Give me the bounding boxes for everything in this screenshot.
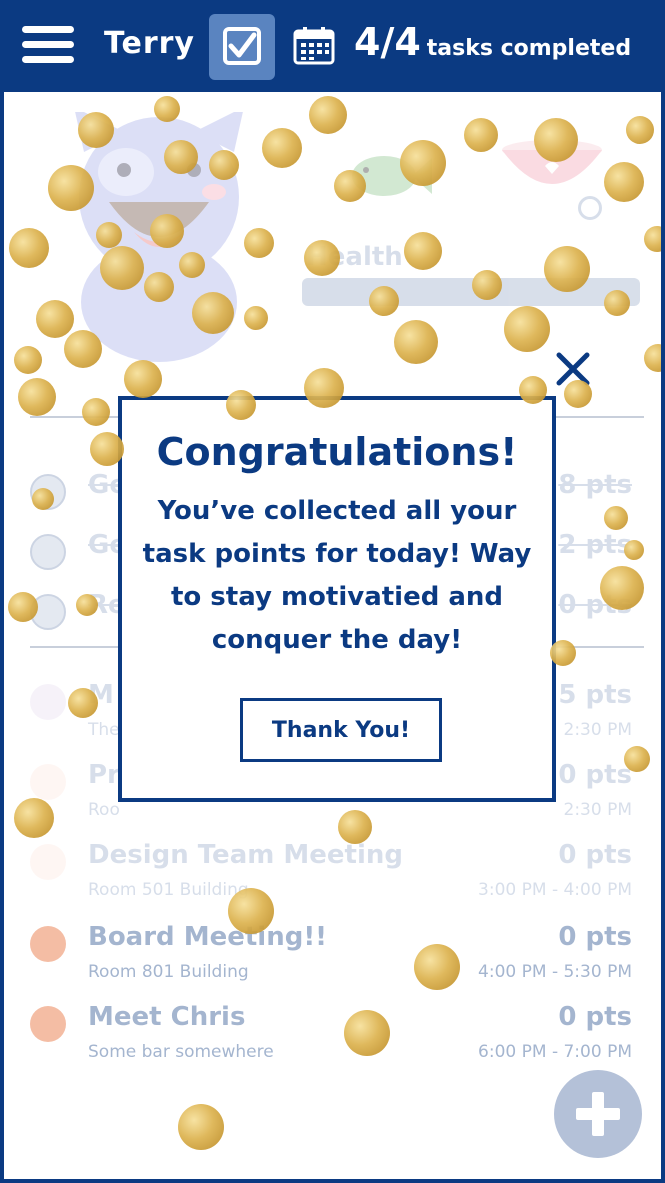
task-points: 0 pts: [558, 590, 632, 620]
task-title: M: [88, 680, 114, 710]
task-title: Design Team Meeting: [88, 840, 403, 870]
task-points: 5 pts: [558, 680, 632, 710]
dialog-message: You’ve collected all your task points fo…: [142, 496, 532, 655]
task-time: 2:30 PM: [563, 720, 633, 740]
app-screen: Terry 4/4 tasks completed Health Ge 8 pt…: [0, 0, 665, 1183]
health-bar: [302, 278, 640, 306]
task-location: Room 801 Building: [88, 962, 249, 982]
task-count-label: tasks completed: [426, 36, 632, 61]
task-row[interactable]: Board Meeting!! Room 801 Building 0 pts …: [30, 918, 632, 988]
task-location: Room 501 Building: [88, 880, 249, 900]
task-points: 2 pts: [558, 530, 632, 560]
task-points: 8 pts: [558, 470, 632, 500]
task-location: Roo: [88, 800, 120, 820]
checkbox-icon: [223, 27, 261, 65]
task-points: 0 pts: [558, 840, 632, 870]
task-checkbox[interactable]: [30, 764, 66, 800]
user-name: Terry: [104, 26, 195, 61]
health-label: Health: [306, 242, 403, 272]
tasks-tab-button[interactable]: [209, 14, 275, 80]
task-progress: 4/4 tasks completed: [354, 20, 631, 64]
task-row[interactable]: Meet Chris Some bar somewhere 0 pts 6:00…: [30, 998, 632, 1068]
thank-you-button[interactable]: Thank You!: [240, 698, 442, 762]
task-location: The: [88, 720, 120, 740]
task-row[interactable]: Design Team Meeting Room 501 Building 0 …: [30, 836, 632, 906]
task-checkbox[interactable]: [30, 594, 66, 630]
task-checkbox[interactable]: [30, 534, 66, 570]
congratulations-dialog: Congratulations! You’ve collected all yo…: [118, 396, 556, 802]
hamburger-menu-icon[interactable]: [22, 26, 74, 66]
task-checkbox[interactable]: [30, 474, 66, 510]
calendar-icon[interactable]: [292, 26, 336, 70]
add-task-button[interactable]: [554, 1070, 642, 1158]
task-title: Pr: [88, 760, 120, 790]
close-icon[interactable]: [554, 350, 592, 388]
task-checkbox[interactable]: [30, 926, 66, 962]
task-points: 0 pts: [558, 760, 632, 790]
task-points: 0 pts: [558, 1002, 632, 1032]
status-ring-icon: [578, 196, 602, 220]
task-time: 4:00 PM - 5:30 PM: [478, 962, 632, 982]
food-bowl-icon: [502, 140, 602, 184]
task-points: 0 pts: [558, 922, 632, 952]
dialog-title: Congratulations!: [156, 430, 518, 474]
task-checkbox[interactable]: [30, 844, 66, 880]
task-time: 3:00 PM - 4:00 PM: [478, 880, 632, 900]
task-title: Board Meeting!!: [88, 922, 328, 952]
task-location: Some bar somewhere: [88, 1042, 274, 1062]
task-time: 6:00 PM - 7:00 PM: [478, 1042, 632, 1062]
fish-food-icon: [352, 156, 432, 196]
task-checkbox[interactable]: [30, 1006, 66, 1042]
task-title: Meet Chris: [88, 1002, 246, 1032]
cat-mascot-icon: [75, 112, 243, 362]
task-time: 2:30 PM: [563, 800, 633, 820]
task-count: 4/4: [354, 20, 421, 64]
task-checkbox[interactable]: [30, 684, 66, 720]
top-bar: Terry 4/4 tasks completed: [4, 0, 661, 92]
